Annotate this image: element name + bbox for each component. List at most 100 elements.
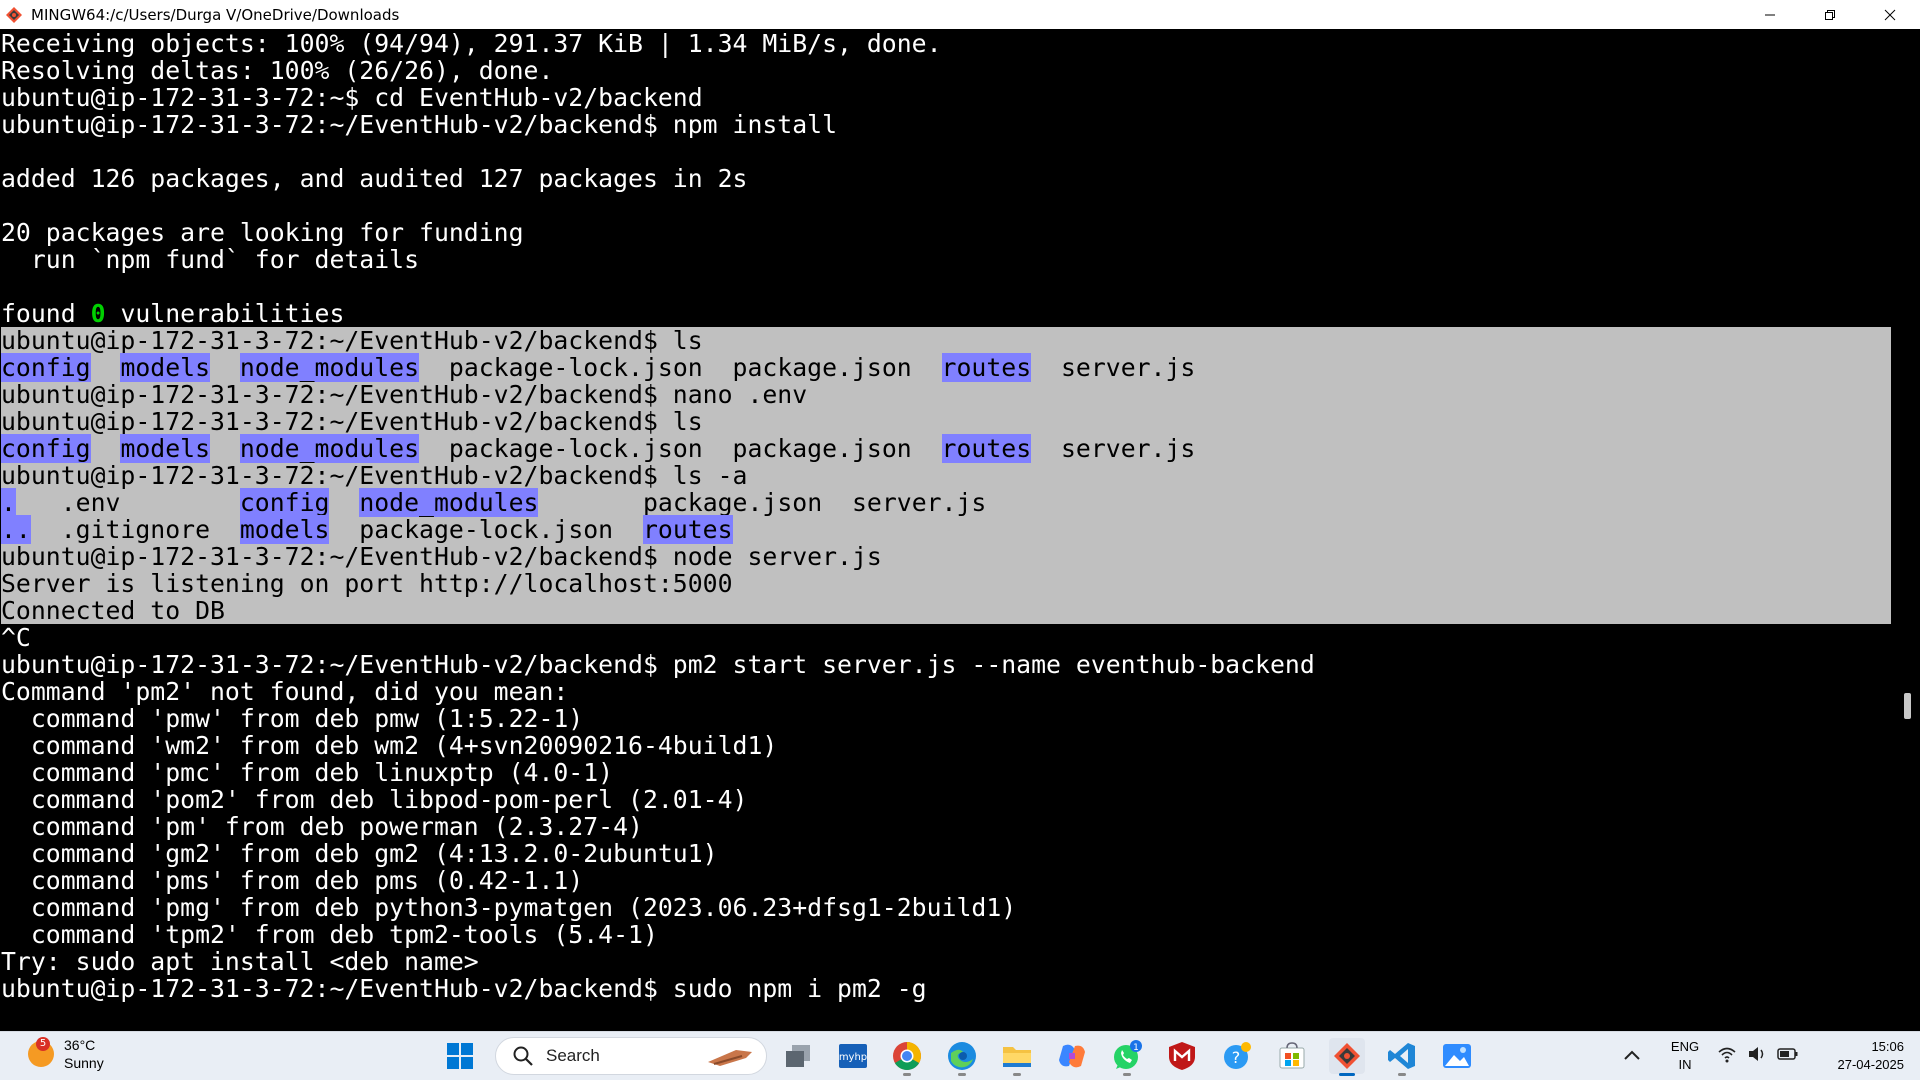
taskbar: 5 36°C Sunny Search myhp 1 ? ENG IN 15:0… <box>0 1031 1920 1080</box>
title-bar[interactable]: MINGW64:/c/Users/Durga V/OneDrive/Downlo… <box>0 0 1920 29</box>
window-title: MINGW64:/c/Users/Durga V/OneDrive/Downlo… <box>31 5 400 24</box>
terminal-text: package-lock.json <box>329 515 643 544</box>
terminal-line: . .env config node_modules package.json … <box>1 488 1891 517</box>
terminal-line: run `npm fund` for details <box>1 246 1891 273</box>
close-button[interactable] <box>1860 0 1920 29</box>
edge-icon <box>948 1042 976 1070</box>
terminal-text: Resolving deltas: 100% (26/26), done. <box>1 56 554 85</box>
terminal-output[interactable]: Receiving objects: 100% (94/94), 291.37 … <box>1 30 1891 1002</box>
language-indicator[interactable]: ENG IN <box>1665 1038 1705 1074</box>
terminal-line: ubuntu@ip-172-31-3-72:~/EventHub-v2/back… <box>1 543 1891 570</box>
terminal-text: ubuntu@ip-172-31-3-72:~/EventHub-v2/back… <box>1 110 838 139</box>
terminal-line: config models node_modules package-lock.… <box>1 434 1891 463</box>
photos-button[interactable] <box>1439 1038 1475 1074</box>
directory-name: routes <box>941 353 1032 382</box>
terminal-text: Receiving objects: 100% (94/94), 291.37 … <box>1 29 942 58</box>
terminal-line: command 'wm2' from deb wm2 (4+svn2009021… <box>1 732 1891 759</box>
terminal-text: ubuntu@ip-172-31-3-72:~/EventHub-v2/back… <box>1 326 703 355</box>
terminal-line: ubuntu@ip-172-31-3-72:~/EventHub-v2/back… <box>1 111 1891 138</box>
terminal-line: command 'gm2' from deb gm2 (4:13.2.0-2ub… <box>1 840 1891 867</box>
terminal-text: Try: sudo apt install <deb name> <box>1 947 479 976</box>
git-bash-button[interactable] <box>1329 1038 1365 1076</box>
terminal-text: ubuntu@ip-172-31-3-72:~/EventHub-v2/back… <box>1 407 703 436</box>
system-tray-icons[interactable] <box>1717 1044 1799 1064</box>
vscode-button[interactable] <box>1384 1038 1420 1076</box>
get-help-button[interactable]: ? <box>1219 1038 1255 1074</box>
directory-name: config <box>1 353 91 382</box>
directory-name: node_modules <box>239 353 420 382</box>
task-view-icon <box>786 1045 810 1067</box>
weather-temp: 36°C <box>64 1037 96 1053</box>
terminal-scrollbar[interactable] <box>1896 29 1920 1031</box>
terminal-text: command 'gm2' from deb gm2 (4:13.2.0-2ub… <box>1 839 718 868</box>
file-explorer-button[interactable] <box>999 1038 1035 1076</box>
terminal-line: command 'pm' from deb powerman (2.3.27-4… <box>1 813 1891 840</box>
restore-button[interactable] <box>1800 0 1860 29</box>
task-view-button[interactable] <box>780 1038 816 1074</box>
weather-widget[interactable]: 5 36°C Sunny <box>28 1036 104 1072</box>
clock-time: 15:06 <box>1871 1039 1904 1054</box>
directory-name: node_modules <box>359 488 539 517</box>
terminal-line: command 'pmw' from deb pmw (1:5.22-1) <box>1 705 1891 732</box>
directory-name: .. <box>1 515 31 544</box>
terminal-text: command 'pms' from deb pms (0.42-1.1) <box>1 866 584 895</box>
taskbar-search[interactable]: Search <box>495 1037 767 1075</box>
scrollbar-thumb[interactable] <box>1904 693 1911 719</box>
terminal-line: ^C <box>1 624 1891 651</box>
store-icon <box>1279 1042 1305 1069</box>
start-button[interactable] <box>442 1038 478 1074</box>
battery-icon <box>1777 1048 1798 1060</box>
terminal-line: ubuntu@ip-172-31-3-72:~/EventHub-v2/back… <box>1 327 1891 354</box>
terminal-line: Resolving deltas: 100% (26/26), done. <box>1 57 1891 84</box>
whatsapp-button[interactable]: 1 <box>1109 1038 1145 1076</box>
terminal-text: command 'pmc' from deb linuxptp (4.0-1) <box>1 758 614 787</box>
mcafee-button[interactable] <box>1164 1038 1200 1074</box>
terminal-line: added 126 packages, and audited 127 pack… <box>1 165 1891 192</box>
terminal-text: package.json server.js <box>538 488 987 517</box>
search-label: Search <box>546 1046 600 1065</box>
terminal-text: Connected to DB <box>1 596 225 625</box>
whatsapp-badge: 1 <box>1133 1043 1139 1053</box>
terminal-text: .env <box>15 488 240 517</box>
edge-button[interactable] <box>944 1038 980 1076</box>
lang-line1: ENG <box>1670 1039 1700 1054</box>
terminal-line: ubuntu@ip-172-31-3-72:~/EventHub-v2/back… <box>1 381 1891 408</box>
git-bash-app-icon[interactable] <box>3 4 25 26</box>
terminal-line: command 'pmg' from deb python3-pymatgen … <box>1 894 1891 921</box>
terminal-line: ubuntu@ip-172-31-3-72:~/EventHub-v2/back… <box>1 408 1891 435</box>
vscode-icon <box>1388 1043 1415 1069</box>
terminal-text: ^C <box>1 623 31 652</box>
myhp-button[interactable]: myhp <box>835 1038 871 1074</box>
copilot-button[interactable] <box>1054 1038 1090 1074</box>
terminal-view[interactable]: Receiving objects: 100% (94/94), 291.37 … <box>0 29 1920 1031</box>
terminal-text: server.js <box>1031 434 1196 463</box>
weather-badge: 5 <box>36 1037 50 1051</box>
minimize-button[interactable] <box>1740 0 1800 29</box>
clock[interactable]: 15:06 27-04-2025 <box>1810 1038 1905 1074</box>
terminal-text: ubuntu@ip-172-31-3-72:~/EventHub-v2/back… <box>1 461 748 490</box>
terminal-line: Server is listening on port http://local… <box>1 570 1891 597</box>
terminal-line: command 'pmc' from deb linuxptp (4.0-1) <box>1 759 1891 786</box>
whatsapp-icon: 1 <box>1114 1040 1142 1069</box>
svg-text:?: ? <box>1232 1048 1241 1067</box>
terminal-line: config models node_modules package-lock.… <box>1 353 1891 382</box>
chrome-button[interactable] <box>889 1038 925 1076</box>
ms-store-button[interactable] <box>1274 1038 1310 1074</box>
copilot-icon <box>1059 1044 1085 1068</box>
terminal-text: server.js <box>1031 353 1196 382</box>
directory-name: models <box>239 515 330 544</box>
chevron-up-icon[interactable] <box>1620 1044 1644 1068</box>
directory-name: routes <box>642 515 733 544</box>
chrome-icon <box>893 1042 921 1070</box>
terminal-text: Server is listening on port http://local… <box>1 569 733 598</box>
volume-icon <box>1749 1047 1764 1061</box>
terminal-line: Command 'pm2' not found, did you mean: <box>1 678 1891 705</box>
clock-date: 27-04-2025 <box>1837 1057 1905 1072</box>
terminal-text: command 'pom2' from deb libpod-pom-perl … <box>1 785 748 814</box>
